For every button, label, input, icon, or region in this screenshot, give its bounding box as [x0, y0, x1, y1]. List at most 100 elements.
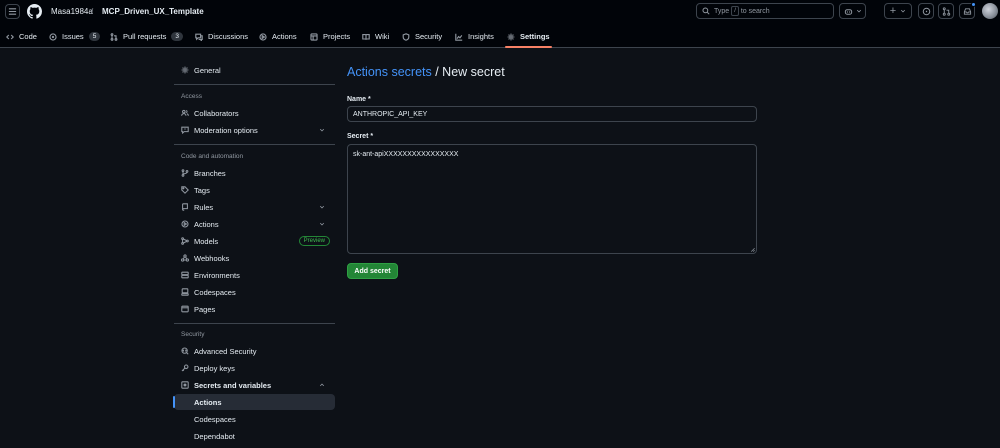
sidebar-divider [174, 84, 335, 85]
webhook-icon [181, 254, 189, 262]
repo-push-icon [182, 203, 188, 211]
chevron-down-icon [319, 205, 325, 209]
sidebar-item-actions[interactable]: Actions [174, 216, 335, 232]
tab-security[interactable]: Security [402, 25, 442, 48]
sidebar-section-security: Security [181, 331, 205, 338]
secret-value: sk-ant-apiXXXXXXXXXXXXXXXX [353, 151, 459, 158]
sidebar-item-label: Secrets and variables [194, 380, 272, 390]
page-title-text: / New secret [431, 65, 505, 79]
tab-count-badge: 5 [88, 32, 101, 41]
plus-icon: + [889, 5, 897, 17]
sidebar-item-label: Branches [194, 168, 226, 178]
name-label: Name * [347, 96, 371, 103]
sidebar-section-code-automation: Code and automation [181, 153, 244, 160]
sidebar-item-environments[interactable]: Environments [174, 267, 335, 283]
sidebar-item-label: Codespaces [194, 414, 236, 424]
sidebar-item-label: Actions [194, 219, 219, 229]
preview-badge: Preview [298, 236, 330, 246]
sidebar-divider [174, 144, 335, 145]
sidebar-item-label: Actions [194, 397, 222, 407]
play-icon [181, 220, 189, 228]
tab-settings[interactable]: Settings [505, 25, 552, 48]
sidebar-item-label: Deploy keys [194, 363, 235, 373]
actions-secrets-link[interactable]: Actions secrets [347, 65, 432, 79]
pull-request-icon [110, 32, 118, 41]
tab-label: Pull requests [123, 32, 167, 41]
tab-code[interactable]: Code [6, 25, 37, 48]
add-secret-button[interactable]: Add secret [347, 263, 398, 279]
sidebar-item-advanced-security[interactable]: Advanced Security [174, 343, 335, 359]
pull-request-icon [942, 6, 950, 16]
sidebar-section-access: Access [181, 93, 202, 100]
tab-insights[interactable]: Insights [455, 25, 494, 48]
tab-label: Code [19, 32, 37, 41]
search-input[interactable]: Type / to search [696, 3, 834, 19]
gear-icon [181, 66, 189, 74]
pull-requests-button[interactable] [938, 3, 954, 19]
copilot-icon [844, 8, 852, 15]
tab-pull-requests[interactable]: Pull requests 3 [110, 25, 183, 48]
ai-model-icon [181, 237, 189, 245]
search-suffix: to search [740, 7, 770, 15]
hamburger-icon [8, 8, 17, 15]
sidebar-item-branches[interactable]: Branches [174, 165, 335, 181]
people-icon [181, 109, 189, 116]
secret-name-value: ANTHROPIC_API_KEY [353, 110, 428, 118]
issue-icon [49, 32, 57, 41]
tab-count-badge: 3 [171, 32, 183, 41]
report-icon [181, 126, 189, 134]
sidebar-subitem-actions[interactable]: Actions [173, 394, 335, 410]
sidebar-item-label: General [194, 65, 221, 75]
inbox-icon [963, 7, 971, 15]
sidebar-item-pages[interactable]: Pages [174, 301, 335, 317]
tab-issues[interactable]: Issues 5 [49, 25, 101, 48]
secret-label: Secret * [347, 133, 374, 140]
tag-icon [181, 186, 189, 194]
sidebar-item-moderation-options[interactable]: Moderation options [174, 122, 335, 138]
tab-discussions[interactable]: Discussions [195, 25, 248, 48]
copilot-button[interactable] [839, 3, 866, 19]
sidebar-item-models[interactable]: Models Preview [174, 233, 335, 249]
repo-name-link[interactable]: MCP_Driven_UX_Template [102, 7, 204, 16]
sidebar-item-label: Codespaces [194, 287, 236, 297]
shield-icon [402, 32, 410, 41]
sidebar-item-label: Tags [194, 185, 210, 195]
sidebar-item-general[interactable]: General [174, 62, 335, 78]
sidebar-subitem-codespaces[interactable]: Codespaces [174, 411, 335, 427]
gear-icon [507, 33, 515, 40]
github-logo-icon[interactable] [27, 4, 42, 19]
sidebar-item-deploy-keys[interactable]: Deploy keys [174, 360, 335, 376]
sidebar-item-codespaces[interactable]: Codespaces [174, 284, 335, 300]
discussion-icon [195, 33, 203, 41]
tab-wiki[interactable]: Wiki [362, 25, 389, 48]
create-new-button[interactable]: + [884, 3, 912, 19]
sidebar-subitem-dependabot[interactable]: Dependabot [174, 428, 335, 444]
page-title: Actions secrets / New secret [347, 65, 505, 79]
tab-actions[interactable]: Actions [259, 25, 297, 48]
sidebar-item-collaborators[interactable]: Collaborators [174, 105, 335, 121]
secret-name-input[interactable]: ANTHROPIC_API_KEY [347, 106, 757, 122]
avatar[interactable] [982, 3, 998, 19]
branch-icon [181, 169, 189, 177]
sidebar-item-secrets-and-variables[interactable]: Secrets and variables [174, 377, 335, 393]
search-icon [702, 7, 710, 15]
tab-label: Security [415, 32, 443, 41]
secret-value-textarea[interactable]: sk-ant-apiXXXXXXXXXXXXXXXX [347, 144, 757, 254]
chevron-up-icon [319, 383, 325, 387]
sidebar-item-tags[interactable]: Tags [174, 182, 335, 198]
graph-icon [455, 33, 463, 41]
sidebar-item-label: Rules [194, 202, 214, 212]
issues-button[interactable] [918, 3, 934, 19]
sidebar-item-webhooks[interactable]: Webhooks [174, 250, 335, 266]
resize-handle-icon[interactable] [750, 247, 755, 252]
play-icon [259, 32, 267, 41]
repo-owner-link[interactable]: Masa1984a [51, 7, 93, 16]
menu-button[interactable] [5, 4, 20, 19]
tab-projects[interactable]: Projects [310, 25, 350, 48]
breadcrumb-separator: / [91, 7, 94, 16]
sidebar-item-label: Webhooks [194, 253, 230, 263]
sidebar-item-label: Models [194, 236, 219, 246]
sidebar-item-label: Moderation options [194, 125, 258, 135]
chevron-down-icon [856, 9, 861, 13]
sidebar-item-rules[interactable]: Rules [174, 199, 335, 215]
